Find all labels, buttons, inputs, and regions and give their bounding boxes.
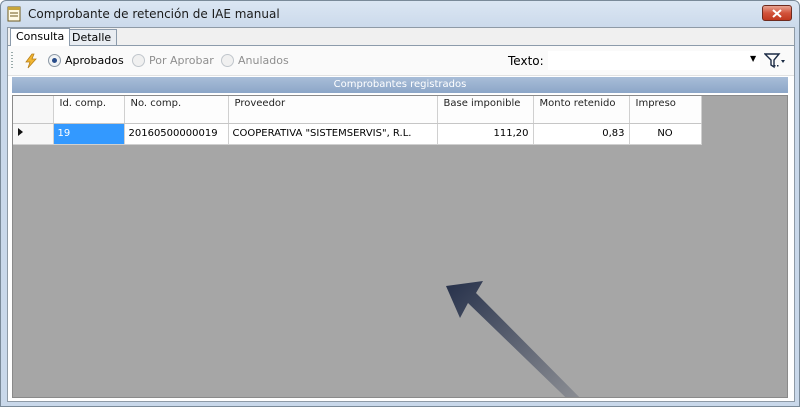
- grid-caption: Comprobantes registrados: [12, 77, 788, 93]
- row-header-corner: [13, 96, 54, 124]
- comprobantes-grid: Id. comp. No. comp. Proveedor Base impon…: [12, 95, 788, 398]
- cell-proveedor[interactable]: COOPERATIVA "SISTEMSERVIS", R.L.: [228, 123, 438, 145]
- lightning-icon[interactable]: [23, 53, 39, 69]
- col-header-impreso[interactable]: Impreso: [629, 96, 702, 124]
- radio-dot[interactable]: [221, 54, 234, 67]
- filter-aprobados-label: Aprobados: [65, 54, 124, 67]
- filter-anulados[interactable]: Anulados: [221, 54, 289, 67]
- cell-monto[interactable]: 0,83: [533, 123, 630, 145]
- texto-dropdown-arrow[interactable]: ▼: [750, 54, 756, 63]
- consulta-panel: Aprobados Por Aprobar Anulados Texto: ▼: [8, 46, 794, 401]
- cell-base[interactable]: 111,20: [437, 123, 534, 145]
- filter-por-aprobar-label: Por Aprobar: [149, 54, 214, 67]
- tab-detalle[interactable]: Detalle: [66, 29, 118, 46]
- filter-icon[interactable]: [764, 52, 786, 70]
- grid-table: Id. comp. No. comp. Proveedor Base impon…: [13, 96, 702, 145]
- cell-id[interactable]: 19: [53, 123, 125, 145]
- col-header-base[interactable]: Base imponible: [437, 96, 534, 124]
- texto-input[interactable]: [548, 51, 760, 70]
- close-button[interactable]: [762, 5, 792, 21]
- grid-header-row: Id. comp. No. comp. Proveedor Base impon…: [13, 96, 702, 124]
- cell-impreso[interactable]: NO: [629, 123, 702, 145]
- close-icon: [772, 8, 782, 18]
- filter-aprobados[interactable]: Aprobados: [48, 54, 124, 67]
- tab-consulta[interactable]: Consulta: [10, 28, 71, 46]
- annotation-arrow: [446, 281, 580, 397]
- col-header-proveedor[interactable]: Proveedor: [228, 96, 438, 124]
- texto-label: Texto:: [508, 54, 544, 68]
- toolbar: Aprobados Por Aprobar Anulados Texto: ▼: [8, 46, 794, 76]
- row-indicator[interactable]: [13, 123, 54, 145]
- title-bar: Comprobante de retención de IAE manual: [1, 1, 799, 27]
- client-area: Consulta Detalle Aprobados Por Aprobar A…: [7, 27, 795, 402]
- app-window: Comprobante de retención de IAE manual C…: [0, 0, 800, 407]
- window-title: Comprobante de retención de IAE manual: [28, 7, 280, 21]
- filter-anulados-label: Anulados: [238, 54, 289, 67]
- col-header-no-comp[interactable]: No. comp.: [124, 96, 229, 124]
- row-pointer-icon: [18, 128, 23, 136]
- tab-strip: Consulta Detalle: [8, 28, 794, 46]
- col-header-id[interactable]: Id. comp.: [53, 96, 125, 124]
- col-header-monto[interactable]: Monto retenido: [533, 96, 630, 124]
- cell-no-comp[interactable]: 20160500000019: [124, 123, 229, 145]
- radio-dot-selected[interactable]: [48, 54, 61, 67]
- toolbar-grip[interactable]: [11, 52, 13, 70]
- document-icon: [7, 6, 21, 22]
- radio-dot[interactable]: [132, 54, 145, 67]
- filter-por-aprobar[interactable]: Por Aprobar: [132, 54, 214, 67]
- table-row[interactable]: 19 20160500000019 COOPERATIVA "SISTEMSER…: [13, 123, 702, 145]
